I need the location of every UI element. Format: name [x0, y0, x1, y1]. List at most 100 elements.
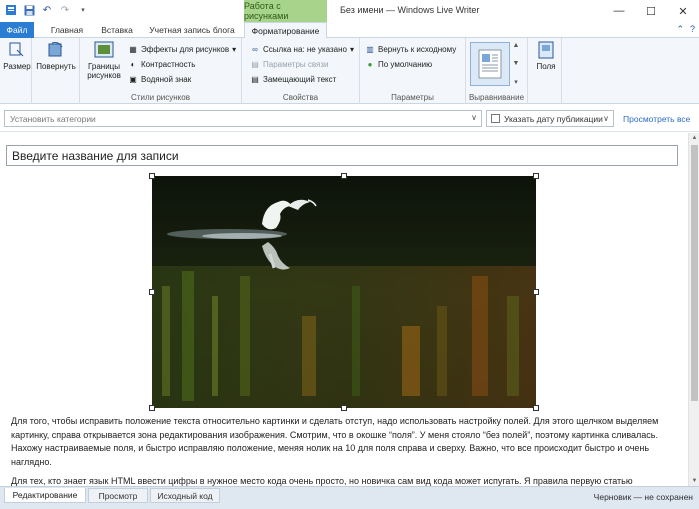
post-paragraph: Для тех, кто знает язык HTML ввести цифр… [11, 475, 633, 486]
resize-handle[interactable] [341, 173, 347, 179]
post-body[interactable]: Для того, чтобы исправить положение текс… [11, 415, 683, 486]
egret-photo [152, 176, 536, 408]
watermark-button[interactable]: ▣ Водяной знак [128, 73, 191, 86]
view-bar: Редактирование Просмотр Исходный код Чер… [0, 486, 699, 509]
margins-icon [536, 40, 556, 60]
reset-icon: ▥ [366, 45, 374, 54]
context-tab-group-label: Работа с рисунками [244, 0, 327, 22]
ribbon-tabs: Файл Главная Вставка Учетная запись блог… [0, 22, 699, 38]
resize-handle[interactable] [149, 173, 155, 179]
default-button[interactable]: ● По умолчанию [365, 58, 433, 71]
contrast-icon: ◐ [130, 60, 136, 69]
margins-label: Поля [536, 62, 556, 71]
save-icon[interactable] [22, 3, 36, 17]
resize-handle[interactable] [149, 405, 155, 411]
scroll-up-icon[interactable]: ▲ [689, 133, 699, 143]
link-params-icon: ▤ [251, 60, 259, 69]
alt-text-button[interactable]: ▤ Замещающий текст [250, 73, 336, 86]
customize-qat-icon[interactable]: ▾ [76, 3, 90, 17]
tab-insert[interactable]: Вставка [94, 22, 140, 38]
post-editor[interactable]: Введите название для записи Для того, чт… [0, 133, 688, 486]
scroll-down-icon[interactable]: ▼ [513, 60, 520, 67]
view-all-link[interactable]: Просмотреть все [623, 114, 690, 124]
window-title: Без имени — Windows Live Writer [340, 5, 480, 15]
tab-preview-view[interactable]: Просмотр [88, 488, 148, 503]
chevron-down-icon: ∨ [471, 113, 477, 122]
resize-handle[interactable] [533, 173, 539, 179]
quick-access-toolbar: ↶ ↷ ▾ [4, 3, 90, 17]
close-icon[interactable]: ✕ [667, 0, 699, 22]
resize-handle[interactable] [341, 405, 347, 411]
scroll-up-icon[interactable]: ▲ [513, 42, 520, 49]
tab-format[interactable]: Форматирование [244, 22, 327, 38]
minimize-icon[interactable]: — [603, 0, 635, 22]
size-label: Размер [3, 62, 31, 71]
rotate-button[interactable]: Повернуть [35, 40, 77, 71]
categories-select[interactable]: Установить категории ∨ [4, 110, 482, 127]
chevron-down-icon: ∨ [603, 114, 609, 123]
effects-icon: ▦ [129, 45, 137, 54]
tab-edit-view[interactable]: Редактирование [4, 488, 86, 503]
parameters-group: ▥ Вернуть к исходному ● По умолчанию Пар… [360, 38, 466, 104]
tab-blog-account[interactable]: Учетная запись блога [142, 22, 242, 38]
link-to-button[interactable]: ∞ Ссылка на: не указано ▾ [250, 43, 354, 56]
tab-source-view[interactable]: Исходный код [150, 488, 220, 503]
contrast-button[interactable]: ◐ Контрастность [128, 58, 196, 71]
publish-date-checkbox[interactable] [491, 114, 500, 123]
categories-placeholder: Установить категории [10, 114, 96, 124]
ribbon-right-controls: ⌃ ? [676, 24, 695, 35]
publish-date-select[interactable]: Указать дату публикации ∨ [486, 110, 614, 127]
undo-icon[interactable]: ↶ [40, 3, 54, 17]
picture-effects-button[interactable]: ▦ Эффекты для рисунков ▾ [128, 43, 236, 56]
help-icon[interactable]: ? [690, 24, 695, 35]
tab-file[interactable]: Файл [0, 22, 34, 38]
align-left-wrap-icon [478, 49, 502, 79]
margins-button[interactable]: Поля [532, 40, 560, 71]
alt-text-icon: ▤ [251, 75, 259, 84]
size-icon [7, 40, 27, 60]
draft-status: Черновик — не сохранен [593, 492, 693, 502]
size-group: Размер [0, 38, 32, 104]
title-bar: ↶ ↷ ▾ Работа с рисунками Без имени — Win… [0, 0, 699, 22]
app-icon[interactable] [4, 3, 18, 17]
more-icon[interactable]: ▾ [514, 78, 518, 86]
post-paragraph: Для того, чтобы исправить положение текс… [11, 416, 659, 468]
link-to-label: Ссылка на: не указано [263, 45, 347, 54]
properties-group-label: Свойства [282, 93, 319, 102]
alignment-gallery-item[interactable] [470, 42, 510, 86]
size-button[interactable]: Размер [3, 40, 31, 71]
picture-borders-button[interactable]: Границы рисунков [84, 40, 124, 80]
tab-home[interactable]: Главная [42, 22, 92, 38]
resize-handle[interactable] [533, 405, 539, 411]
scroll-down-icon[interactable]: ▼ [689, 476, 699, 486]
picture-borders-label: Границы рисунков [87, 62, 121, 80]
watermark-label: Водяной знак [141, 75, 192, 84]
picture-effects-label: Эффекты для рисунков [141, 45, 230, 54]
rotate-icon [46, 40, 66, 60]
redo-icon[interactable]: ↷ [58, 3, 72, 17]
margins-group: Поля [528, 38, 562, 104]
category-bar: Установить категории ∨ Указать дату публ… [0, 105, 699, 132]
collapse-ribbon-icon[interactable]: ⌃ [676, 24, 684, 35]
alignment-gallery-scroll[interactable]: ▲ ▼ ▾ [511, 42, 521, 86]
resize-handle[interactable] [533, 289, 539, 295]
maximize-icon[interactable]: ☐ [635, 0, 667, 22]
link-params-button[interactable]: ▤ Параметры связи [250, 58, 329, 71]
ribbon: Размер Повернуть Границы рисунков ▦ Эффе… [0, 38, 699, 104]
resize-handle[interactable] [149, 289, 155, 295]
alt-text-label: Замещающий текст [263, 75, 337, 84]
scrollbar-thumb[interactable] [691, 145, 698, 401]
default-label: По умолчанию [378, 60, 433, 69]
window-controls: — ☐ ✕ [603, 0, 699, 22]
rotate-group: Повернуть [32, 38, 80, 104]
editor-scrollbar[interactable]: ▲ ▼ [688, 133, 699, 486]
reset-image-button[interactable]: ▥ Вернуть к исходному [365, 43, 456, 56]
watermark-icon: ▣ [129, 75, 137, 84]
properties-group: ∞ Ссылка на: не указано ▾ ▤ Параметры св… [242, 38, 360, 104]
link-params-label: Параметры связи [263, 60, 329, 69]
post-title-input[interactable]: Введите название для записи [6, 145, 678, 166]
reset-label: Вернуть к исходному [378, 45, 457, 54]
selected-image[interactable] [149, 173, 539, 411]
parameters-group-label: Параметры [391, 93, 434, 102]
picture-styles-group: Границы рисунков ▦ Эффекты для рисунков … [80, 38, 242, 104]
